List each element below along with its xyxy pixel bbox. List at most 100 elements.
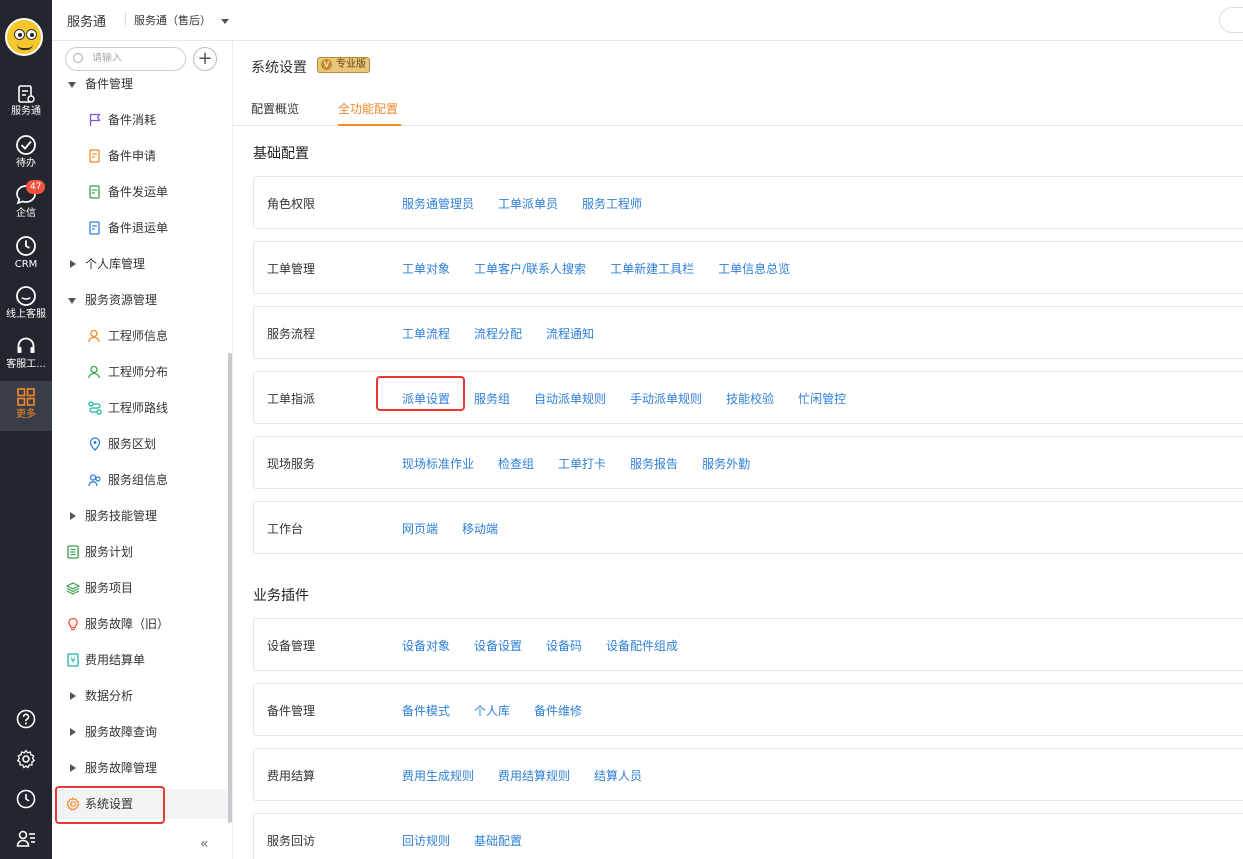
rail-item-label: 更多 [16,409,36,420]
rail-item-service-desk[interactable]: 客服工... [0,335,52,375]
help-button[interactable] [0,709,52,733]
config-link[interactable]: 设备码 [546,639,582,653]
search-placeholder: 请输入 [92,53,122,64]
sidebar-item-engineer-info[interactable]: 工程师信息 [52,321,228,351]
rail-item-todo[interactable]: 待办 [0,134,52,174]
pro-edition-badge: 专业版 [317,57,370,73]
config-link[interactable]: 服务外勤 [702,457,750,471]
card-label: 现场服务 [267,457,316,471]
collapse-sidebar-button[interactable]: « [200,836,209,852]
location-pin-icon [89,437,101,451]
sidebar-item-service-group[interactable]: 服务组信息 [52,465,228,495]
tab-overview[interactable]: 配置概览 [251,100,299,117]
config-link[interactable]: 工单流程 [402,327,450,341]
caret-down-icon [221,18,229,24]
sidebar-item-label: 费用结算单 [85,653,146,667]
sidebar-item-parts-management[interactable]: 备件管理 [52,69,228,99]
global-search[interactable] [1219,7,1243,33]
sidebar-item-personal-warehouse[interactable]: 个人库管理 [52,249,228,279]
unread-badge: 47 [26,180,46,194]
active-tab-indicator [338,124,401,126]
sidebar-search-input[interactable]: 请输入 [65,47,186,71]
sidebar-item-service-skills[interactable]: 服务技能管理 [52,501,228,531]
sidebar-item-label: 服务技能管理 [85,509,158,523]
config-link[interactable]: 结算人员 [594,769,642,783]
config-link[interactable]: 服务通管理员 [402,197,474,211]
sidebar-item-label: 备件发运单 [108,185,169,199]
config-link[interactable]: 基础配置 [474,834,522,848]
sidebar-item-parts-shipment[interactable]: 备件发运单 [52,177,228,207]
sidebar-item-label: 服务故障管理 [85,761,158,775]
config-link[interactable]: 移动端 [462,522,498,536]
config-link[interactable]: 回访规则 [402,834,450,848]
sidebar-item-expense-settlement[interactable]: ¥ 费用结算单 [52,645,228,675]
sidebar-item-label: 备件退运单 [108,221,169,235]
config-link[interactable]: 服务组 [474,392,510,406]
config-link[interactable]: 费用生成规则 [402,769,474,783]
sidebar-item-service-area[interactable]: 服务区划 [52,429,228,459]
config-link[interactable]: 网页端 [402,522,438,536]
sidebar-item-label: 工程师路线 [108,401,169,415]
left-rail: 服务通 待办 47 企信 CRM 线上客服 客服工... 更多 [0,0,52,859]
config-link[interactable]: 工单打卡 [558,457,606,471]
config-link[interactable]: 服务报告 [630,457,678,471]
config-link[interactable]: 检查组 [498,457,534,471]
history-button[interactable] [0,789,52,813]
layers-icon [66,582,80,595]
sidebar-item-data-analysis[interactable]: 数据分析 [52,681,228,711]
card-label: 工作台 [267,522,304,536]
app-switcher[interactable]: 服务通（售后） [134,12,229,28]
rail-item-label: CRM [14,259,38,270]
sidebar-item-fault-query[interactable]: 服务故障查询 [52,717,228,747]
tab-full-config[interactable]: 全功能配置 [338,100,398,117]
config-link[interactable]: 工单客户/联系人搜索 [474,262,586,276]
sidebar-item-parts-consumption[interactable]: 备件消耗 [52,105,228,135]
config-link[interactable]: 自动派单规则 [534,392,606,406]
config-link[interactable]: 技能校验 [726,392,774,406]
add-button[interactable]: + [193,47,217,71]
card-label: 工单管理 [267,262,316,276]
config-link[interactable]: 工单派单员 [498,197,558,211]
sidebar-item-engineer-distribution[interactable]: 工程师分布 [52,357,228,387]
config-link[interactable]: 设备对象 [402,639,450,653]
profile-button[interactable] [0,829,52,853]
config-link[interactable]: 工单对象 [402,262,450,276]
config-link[interactable]: 流程通知 [546,327,594,341]
sidebar-item-service-plan[interactable]: 服务计划 [52,537,228,567]
config-link[interactable]: 工单新建工具栏 [610,262,694,276]
sidebar-item-service-resources[interactable]: 服务资源管理 [52,285,228,315]
sidebar: 请输入 + 备件管理 备件消耗 备件申请 备件发运单 备件退运单 个人库管理 服… [52,41,233,859]
sidebar-item-service-items[interactable]: 服务项目 [52,573,228,603]
config-link[interactable]: 设备配件组成 [606,639,678,653]
card-label: 工单指派 [267,392,316,406]
caret-right-icon [70,764,76,772]
config-link[interactable]: 现场标准作业 [402,457,474,471]
sidebar-scrollbar[interactable] [228,353,232,823]
section-title: 基础配置 [253,146,309,162]
sidebar-item-parts-request[interactable]: 备件申请 [52,141,228,171]
config-link[interactable]: 工单信息总览 [718,262,790,276]
sidebar-item-service-fault-old[interactable]: 服务故障（旧） [52,609,228,639]
rail-item-online-service[interactable]: 线上客服 [0,285,52,325]
config-link[interactable]: 费用结算规则 [498,769,570,783]
config-card-field-service: 现场服务 现场标准作业 检查组 工单打卡 服务报告 服务外勤 [253,436,1243,489]
settings-button[interactable] [0,749,52,773]
rail-item-more[interactable]: 更多 [0,381,52,431]
rail-item-messages[interactable]: 47 企信 [0,180,52,224]
user-icon [88,329,100,343]
config-link[interactable]: 备件维修 [534,704,582,718]
config-link[interactable]: 备件模式 [402,704,450,718]
rail-item-crm[interactable]: CRM [0,235,52,275]
sidebar-item-parts-return[interactable]: 备件退运单 [52,213,228,243]
config-card-service-revisit: 服务回访 回访规则 基础配置 [253,813,1243,859]
sidebar-item-fault-management[interactable]: 服务故障管理 [52,753,228,783]
config-link[interactable]: 服务工程师 [582,197,642,211]
rail-item-service[interactable]: 服务通 [0,84,52,124]
config-link[interactable]: 忙闲管控 [798,392,846,406]
config-link[interactable]: 个人库 [474,704,510,718]
app-logo[interactable] [5,18,43,56]
config-link[interactable]: 设备设置 [474,639,522,653]
config-link[interactable]: 流程分配 [474,327,522,341]
sidebar-item-engineer-route[interactable]: 工程师路线 [52,393,228,423]
config-link[interactable]: 手动派单规则 [630,392,702,406]
